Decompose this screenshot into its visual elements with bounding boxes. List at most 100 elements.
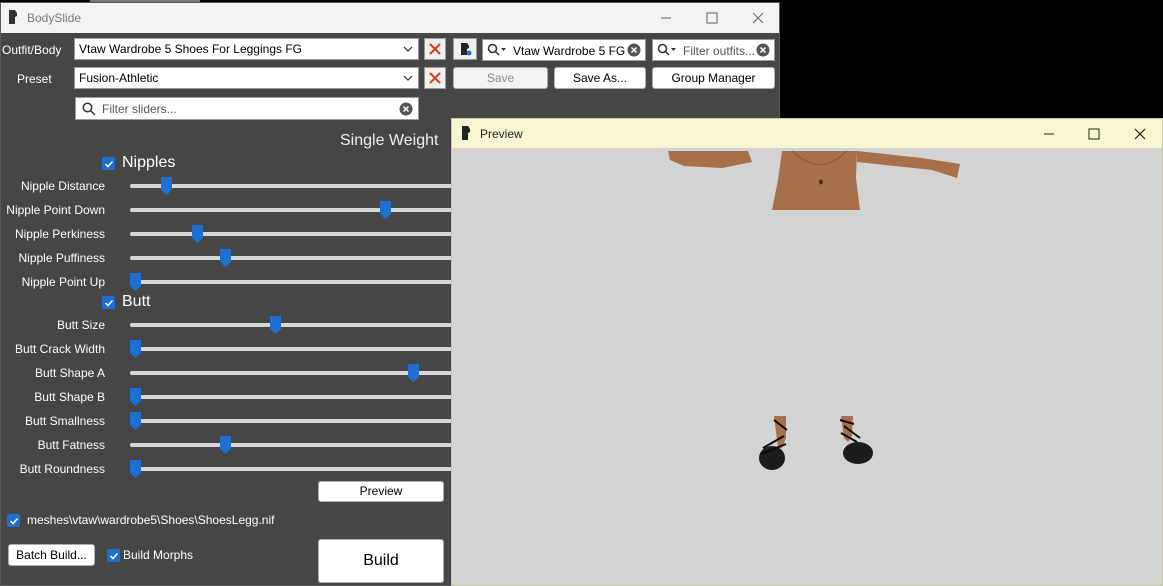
maximize-button[interactable] bbox=[689, 3, 735, 33]
slider-thumb[interactable] bbox=[161, 177, 172, 195]
slider-row: Butt Shape A bbox=[1, 361, 453, 385]
clear-filter-icon[interactable] bbox=[756, 43, 770, 57]
slider-thumb[interactable] bbox=[408, 364, 419, 382]
preview-button[interactable]: Preview bbox=[318, 481, 444, 502]
group-manager-button[interactable]: Group Manager bbox=[652, 67, 775, 89]
maximize-icon bbox=[1088, 128, 1100, 139]
group-checkbox-nipples[interactable] bbox=[102, 157, 115, 170]
maximize-icon bbox=[706, 12, 718, 24]
clear-preset-button[interactable] bbox=[424, 67, 446, 89]
preview-titlebar[interactable]: Preview bbox=[452, 119, 1162, 148]
torso bbox=[772, 151, 860, 210]
slider-track[interactable] bbox=[130, 443, 453, 447]
slider-filter-placeholder: Filter sliders... bbox=[102, 102, 177, 116]
slider-row: Butt Roundness bbox=[1, 457, 453, 481]
minimize-icon bbox=[661, 17, 671, 19]
slider-label: Nipple Point Down bbox=[6, 203, 105, 217]
slider-row: Butt Smallness bbox=[1, 409, 453, 433]
slider-thumb[interactable] bbox=[130, 460, 141, 478]
outfit-filter-placeholder: Filter outfits... bbox=[683, 44, 756, 58]
slider-thumb[interactable] bbox=[130, 412, 141, 430]
slider-label: Butt Crack Width bbox=[14, 342, 105, 356]
slider-thumb[interactable] bbox=[380, 201, 391, 219]
left-arm bbox=[668, 151, 752, 168]
slider-label: Butt Shape A bbox=[34, 366, 105, 380]
preview-viewport[interactable] bbox=[452, 148, 1162, 586]
left-shoe bbox=[759, 416, 788, 470]
main-titlebar[interactable]: BodySlide bbox=[1, 3, 779, 33]
check-icon bbox=[104, 299, 113, 307]
model-render bbox=[668, 150, 960, 470]
close-icon bbox=[752, 12, 764, 24]
slider-thumb[interactable] bbox=[220, 249, 231, 267]
build-button[interactable]: Build bbox=[318, 539, 444, 583]
slider-track[interactable] bbox=[130, 256, 453, 260]
save-as-button[interactable]: Save As... bbox=[554, 67, 646, 89]
preview-minimize-button[interactable] bbox=[1026, 119, 1072, 148]
outfit-search-field[interactable]: Vtaw Wardrobe 5 FG bbox=[482, 39, 646, 61]
slider-label: Butt Fatness bbox=[37, 438, 105, 452]
clear-outfit-button[interactable] bbox=[424, 38, 446, 60]
slider-track[interactable] bbox=[130, 347, 453, 351]
app-icon bbox=[9, 10, 17, 24]
slider-row: Nipple Perkiness bbox=[1, 222, 453, 246]
check-icon bbox=[109, 552, 118, 560]
dropdown-arrow-icon bbox=[403, 46, 413, 52]
slider-track[interactable] bbox=[130, 280, 453, 284]
slider-row: Butt Shape B bbox=[1, 385, 453, 409]
slider-track[interactable] bbox=[130, 371, 453, 375]
outfit-filter-options-button[interactable] bbox=[453, 38, 477, 60]
window-title: BodySlide bbox=[27, 11, 82, 25]
output-path-checkbox[interactable] bbox=[7, 514, 20, 527]
preview-maximize-button[interactable] bbox=[1071, 119, 1117, 148]
close-button[interactable] bbox=[735, 3, 781, 33]
group-label-nipples: Nipples bbox=[122, 154, 176, 171]
slider-track[interactable] bbox=[130, 419, 453, 423]
slider-thumb[interactable] bbox=[220, 436, 231, 454]
slider-row: Nipple Point Up bbox=[1, 270, 453, 294]
group-checkbox-butt[interactable] bbox=[102, 296, 115, 309]
slider-row: Butt Crack Width bbox=[1, 337, 453, 361]
outfit-filter-field[interactable]: Filter outfits... bbox=[652, 39, 775, 61]
build-morphs-checkbox[interactable] bbox=[107, 549, 120, 562]
outfit-label: Outfit/Body bbox=[2, 43, 62, 57]
slider-thumb[interactable] bbox=[130, 388, 141, 406]
slider-label: Butt Shape B bbox=[34, 390, 105, 404]
slider-filter-field[interactable]: Filter sliders... bbox=[75, 97, 419, 120]
slider-track[interactable] bbox=[130, 208, 453, 212]
right-shoe bbox=[839, 416, 873, 464]
preset-select[interactable]: Fusion-Athletic bbox=[74, 67, 419, 89]
clear-search-icon[interactable] bbox=[627, 43, 641, 57]
preview-window: Preview bbox=[451, 118, 1163, 586]
slider-row: Nipple Distance bbox=[1, 174, 453, 198]
slider-thumb[interactable] bbox=[130, 273, 141, 291]
slider-track[interactable] bbox=[130, 395, 453, 399]
group-label-butt: Butt bbox=[122, 293, 151, 310]
preview-close-button[interactable] bbox=[1117, 119, 1163, 148]
batch-build-button[interactable]: Batch Build... bbox=[8, 544, 95, 566]
slider-track[interactable] bbox=[130, 323, 453, 327]
slider-track[interactable] bbox=[130, 467, 453, 471]
slider-thumb[interactable] bbox=[270, 316, 281, 334]
slider-row: Butt Size bbox=[1, 313, 453, 337]
filter-piece-icon bbox=[461, 43, 472, 56]
slider-label: Nipple Point Up bbox=[21, 275, 105, 289]
preview-title: Preview bbox=[480, 127, 523, 141]
outfit-search-value: Vtaw Wardrobe 5 FG bbox=[513, 44, 626, 58]
outfit-select[interactable]: Vtaw Wardrobe 5 Shoes For Leggings FG bbox=[74, 38, 419, 60]
right-arm bbox=[857, 151, 960, 178]
weight-mode-label: Single Weight bbox=[340, 132, 439, 149]
slider-track[interactable] bbox=[130, 232, 453, 236]
slider-label: Butt Size bbox=[56, 318, 105, 332]
slider-thumb[interactable] bbox=[130, 340, 141, 358]
slider-label: Butt Smallness bbox=[24, 414, 105, 428]
search-icon bbox=[487, 43, 506, 56]
slider-track[interactable] bbox=[130, 184, 453, 188]
preset-value: Fusion-Athletic bbox=[79, 71, 159, 85]
save-button[interactable]: Save bbox=[453, 67, 548, 89]
clear-filter-icon[interactable] bbox=[399, 102, 413, 116]
check-icon bbox=[104, 160, 113, 168]
slider-thumb[interactable] bbox=[192, 225, 203, 243]
minimize-button[interactable] bbox=[643, 3, 689, 33]
slider-row: Butt Fatness bbox=[1, 433, 453, 457]
